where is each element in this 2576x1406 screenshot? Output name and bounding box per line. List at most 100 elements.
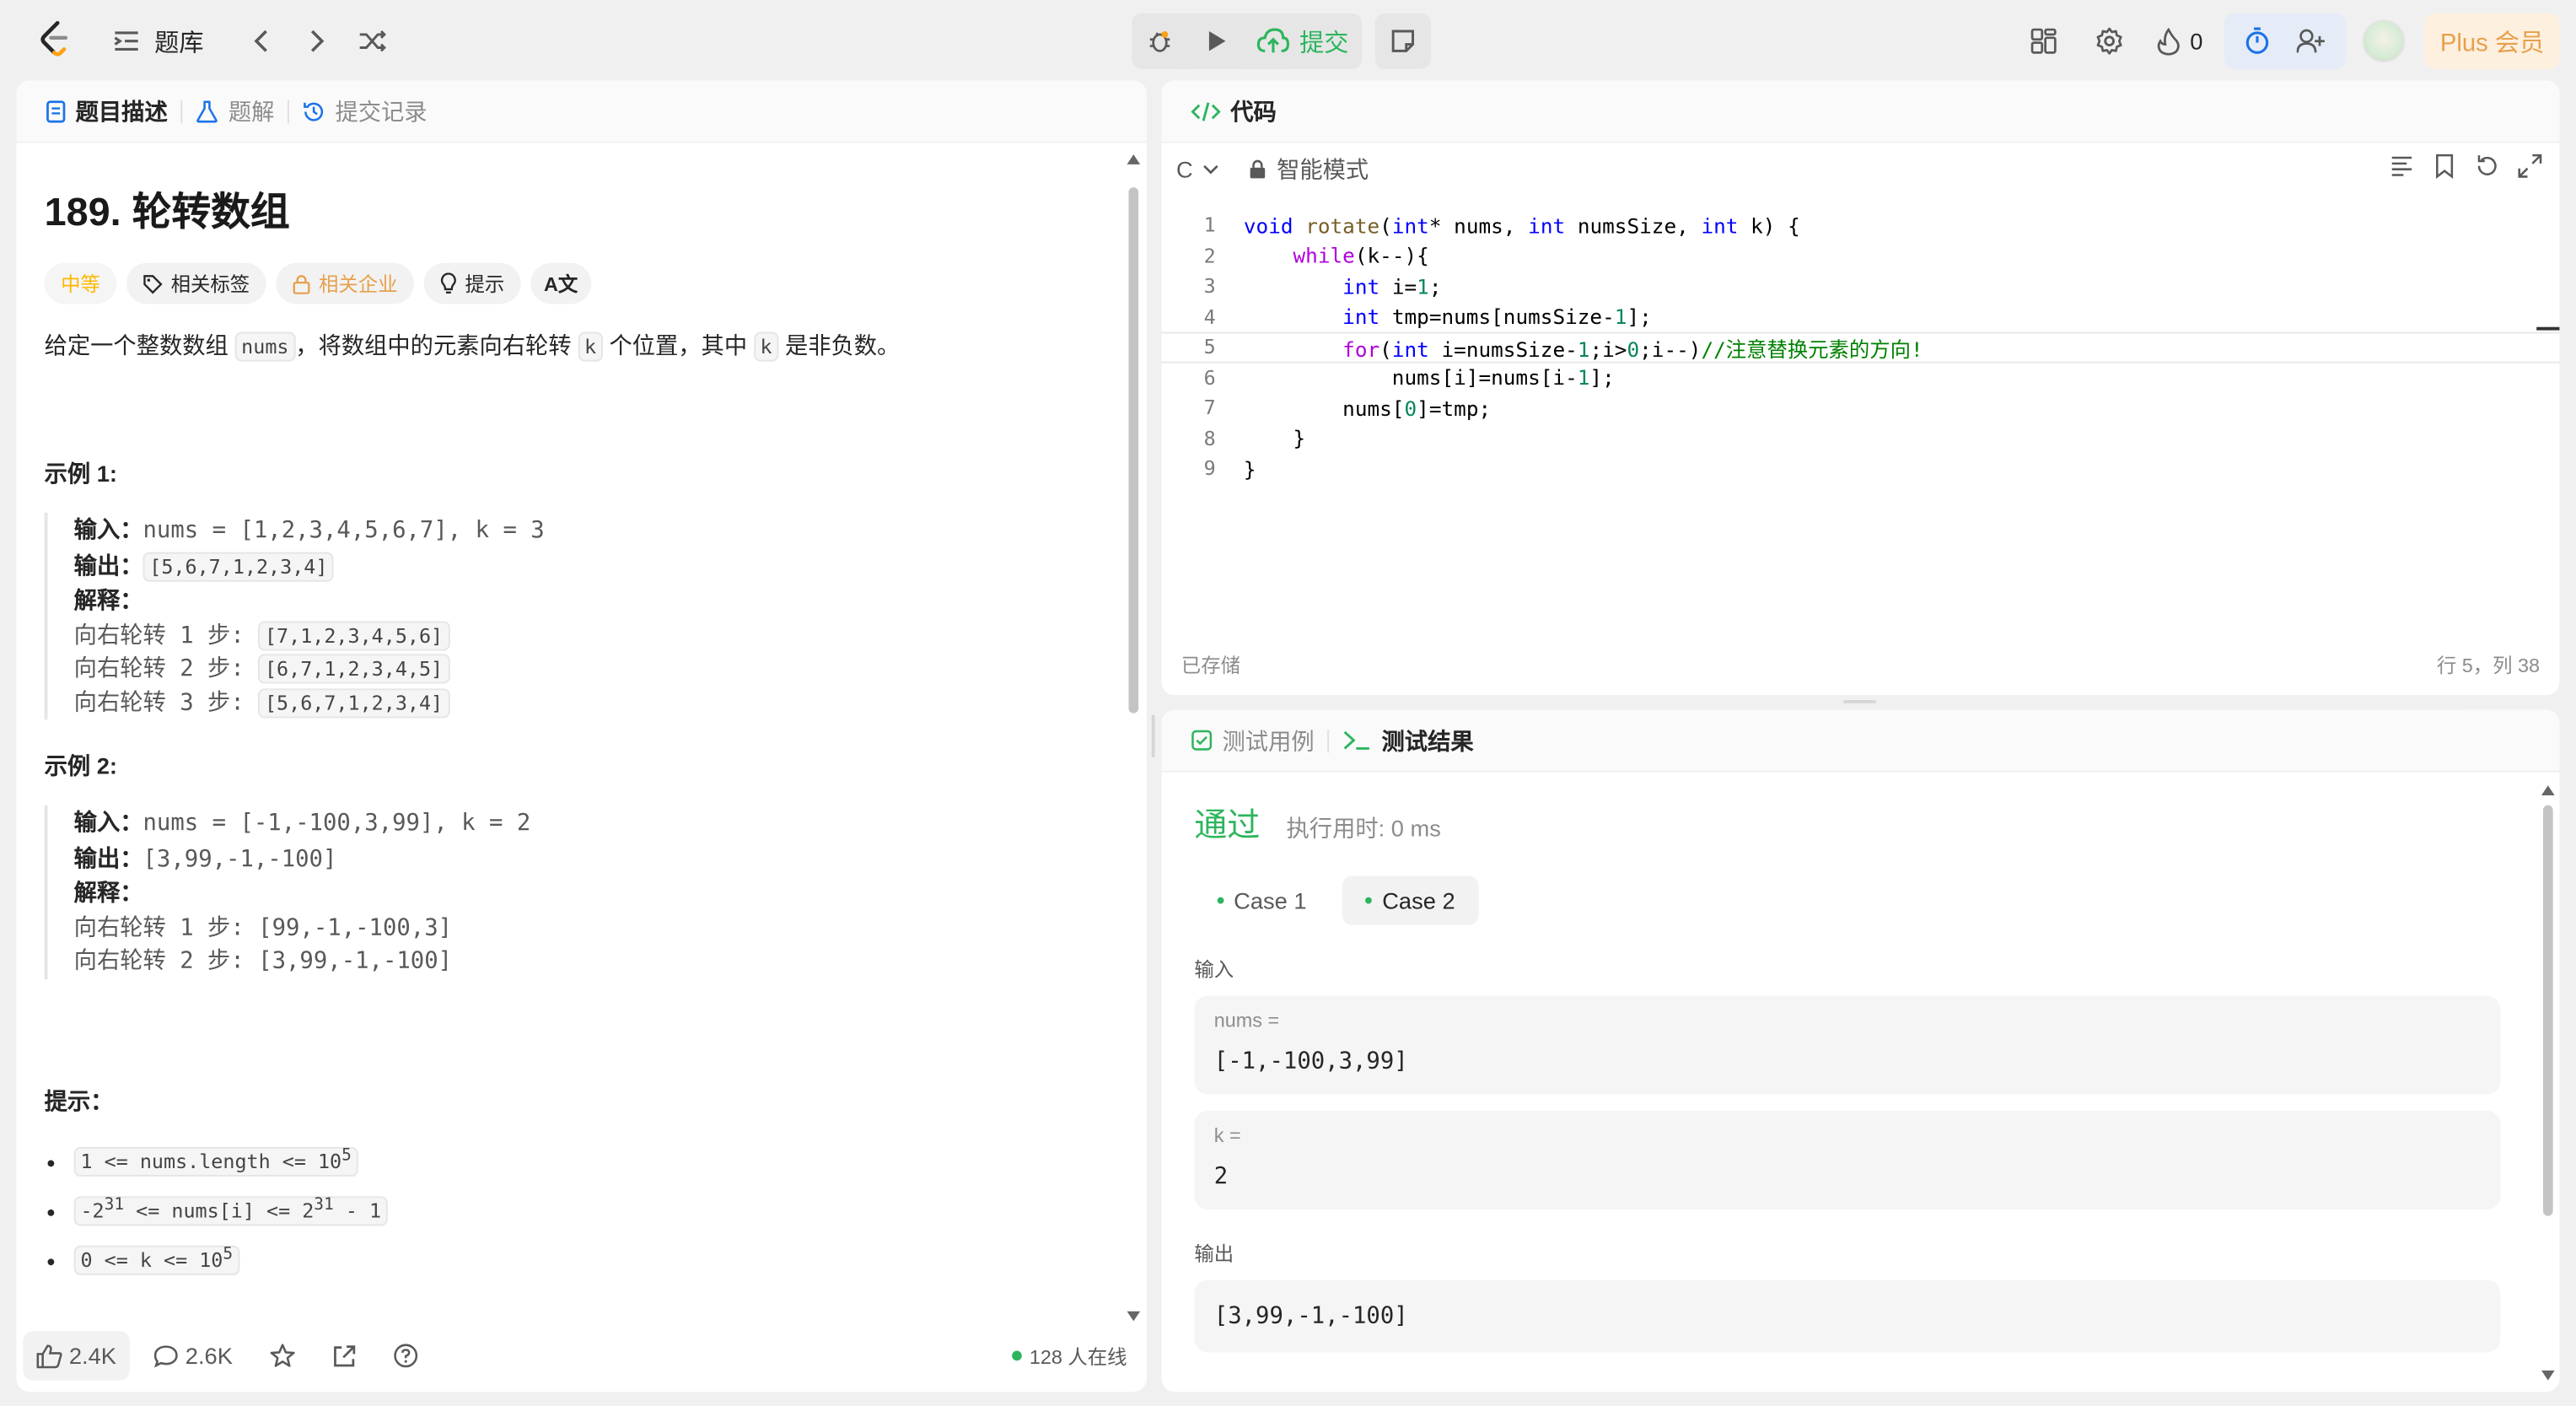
- submit-button[interactable]: 提交: [1243, 13, 1363, 69]
- code-line[interactable]: 6 nums[i]=nums[i-1];: [1161, 363, 2559, 393]
- output-value: [3,99,-1,-100]: [1213, 1303, 1408, 1330]
- problem-title[interactable]: 189. 轮转数组: [45, 179, 1112, 236]
- param-name: nums =: [1213, 1009, 1280, 1032]
- leetcode-logo-icon[interactable]: [36, 19, 73, 59]
- case-tab-1[interactable]: Case 1: [1194, 875, 1329, 924]
- test-panel-tabs: 测试用例 测试结果: [1161, 709, 2560, 773]
- reset-icon[interactable]: [2474, 153, 2500, 179]
- code-text: int tmp=nums[numsSize-1];: [1342, 304, 1652, 330]
- constraint-exponent: 5: [223, 1244, 234, 1263]
- code-line[interactable]: 4 int tmp=nums[numsSize-1];: [1161, 302, 2559, 332]
- tab-testcases-label: 测试用例: [1222, 727, 1315, 754]
- code-icon: [1191, 101, 1221, 121]
- add-friend-icon[interactable]: [2296, 28, 2326, 54]
- user-avatar[interactable]: [2362, 19, 2406, 63]
- cloud-upload-icon: [1256, 28, 1289, 53]
- inline-code: nums: [234, 331, 296, 362]
- constraint-exponent: 31: [104, 1195, 125, 1214]
- hint-button[interactable]: 提示: [423, 262, 521, 304]
- code-line[interactable]: 7 nums[0]=tmp;: [1161, 393, 2559, 423]
- notes-button[interactable]: [1374, 13, 1431, 69]
- problem-panel-tabs: 题目描述 题解 提交记录: [16, 80, 1147, 143]
- tab-solutions[interactable]: 题解: [186, 94, 284, 127]
- format-icon[interactable]: [2389, 153, 2415, 179]
- next-problem-button[interactable]: [289, 19, 345, 62]
- bookmark-icon[interactable]: [2431, 153, 2457, 180]
- random-problem-button[interactable]: [345, 19, 401, 62]
- prev-problem-button[interactable]: [234, 19, 289, 62]
- tab-submissions[interactable]: 提交记录: [293, 94, 437, 127]
- code-text: for(int i=numsSize-1;i>0;i--)//注意替换元素的方向…: [1342, 336, 1923, 362]
- comments-button[interactable]: 2.6K: [139, 1331, 245, 1380]
- scroll-up-icon[interactable]: [1127, 154, 1141, 164]
- translate-icon: A文: [544, 272, 578, 296]
- editor-scroll-marker[interactable]: [2536, 326, 2560, 331]
- result-runtime: 执行用时: 0 ms: [1286, 815, 1441, 842]
- description-scrollbar[interactable]: [1126, 154, 1142, 1322]
- param-value: 2: [1213, 1163, 1229, 1190]
- code-line-current[interactable]: 5 for(int i=numsSize-1;i>0;i--)//注意替换元素的…: [1161, 331, 2560, 363]
- problem-bank-title[interactable]: 题库: [154, 24, 203, 58]
- stopwatch-icon[interactable]: [2244, 26, 2270, 56]
- inline-code: k: [578, 331, 603, 362]
- case-label: Case 2: [1382, 887, 1455, 914]
- timer-group: [2224, 13, 2347, 69]
- related-companies-button[interactable]: 相关企业: [276, 262, 415, 304]
- chevron-down-icon: [1203, 164, 1218, 175]
- code-line[interactable]: 8 }: [1161, 423, 2559, 454]
- tab-testcases[interactable]: 测试用例: [1181, 724, 1325, 757]
- like-button[interactable]: 2.4K: [23, 1331, 130, 1381]
- translate-button[interactable]: A文: [530, 262, 591, 304]
- case-tab-2[interactable]: Case 2: [1342, 875, 1478, 925]
- tab-results[interactable]: 测试结果: [1332, 724, 1483, 757]
- settings-button[interactable]: [2077, 13, 2143, 69]
- constraints-heading: 提示：: [44, 1086, 114, 1113]
- result-scrollbar[interactable]: [2540, 785, 2556, 1381]
- tab-code[interactable]: 代码: [1181, 94, 1287, 127]
- shuffle-icon: [359, 30, 386, 52]
- tab-divider: [180, 99, 183, 123]
- scroll-up-icon[interactable]: [2541, 785, 2555, 795]
- problem-list-button[interactable]: 题库: [111, 19, 233, 62]
- scroll-down-icon[interactable]: [2541, 1370, 2555, 1381]
- constraint-text: 1 <= nums.length <= 10: [80, 1149, 342, 1173]
- code-line[interactable]: 2 while(k--){: [1161, 240, 2559, 271]
- line-number: 4: [1203, 304, 1216, 329]
- favorite-button[interactable]: [255, 1331, 308, 1380]
- problem-tags: 中等 相关标签 相关企业 提示 A文: [44, 262, 1112, 304]
- lock-icon: [293, 274, 310, 294]
- code-line[interactable]: 1 void rotate(int* nums, int numsSize, in…: [1161, 210, 2559, 240]
- problem-description: 189. 轮转数组 中等 相关标签 相关企业 提示 A文 给定一个整数数组 nu…: [44, 153, 1112, 1294]
- scrollbar-thumb[interactable]: [1128, 187, 1139, 714]
- vertical-resize-handle[interactable]: [1151, 714, 1155, 758]
- step-value: [5,6,7,1,2,3,4]: [258, 687, 449, 718]
- example-output: [3,99,-1,-100]: [143, 845, 337, 872]
- help-button[interactable]: [379, 1331, 431, 1380]
- run-button[interactable]: [1187, 13, 1244, 69]
- code-line[interactable]: 9}: [1161, 454, 2559, 484]
- streak-counter[interactable]: 0: [2143, 13, 2218, 69]
- tab-description-label: 题目描述: [75, 97, 168, 125]
- result-summary: 通过 执行用时: 0 ms: [1194, 799, 2500, 847]
- code-line[interactable]: 3 int i=1;: [1161, 271, 2559, 301]
- code-text: int i=1;: [1342, 273, 1442, 299]
- comment-icon: [153, 1344, 178, 1367]
- horizontal-resize-handle[interactable]: [1842, 699, 1876, 703]
- debug-button[interactable]: [1132, 13, 1188, 69]
- line-number: 1: [1203, 213, 1216, 238]
- layout-button[interactable]: [2011, 13, 2077, 69]
- online-count: 128 人在线: [1029, 1344, 1127, 1368]
- example-1-heading: 示例 1:: [44, 460, 117, 487]
- step-text: 向右轮转 2 步:: [73, 655, 259, 682]
- language-select[interactable]: C: [1176, 156, 1219, 182]
- step-value: [6,7,1,2,3,4,5]: [258, 654, 449, 684]
- plus-membership-button[interactable]: Plus 会员: [2424, 13, 2560, 69]
- example-input: nums = [-1,-100,3,99], k = 2: [143, 810, 531, 837]
- fullscreen-icon[interactable]: [2517, 153, 2543, 179]
- related-tags-button[interactable]: 相关标签: [126, 262, 266, 304]
- smart-mode-toggle[interactable]: 智能模式: [1249, 153, 1369, 186]
- code-editor[interactable]: 1 void rotate(int* nums, int numsSize, in…: [1161, 210, 2560, 484]
- scrollbar-thumb[interactable]: [2542, 805, 2553, 1216]
- tab-description[interactable]: 题目描述: [36, 94, 178, 127]
- share-button[interactable]: [318, 1331, 368, 1380]
